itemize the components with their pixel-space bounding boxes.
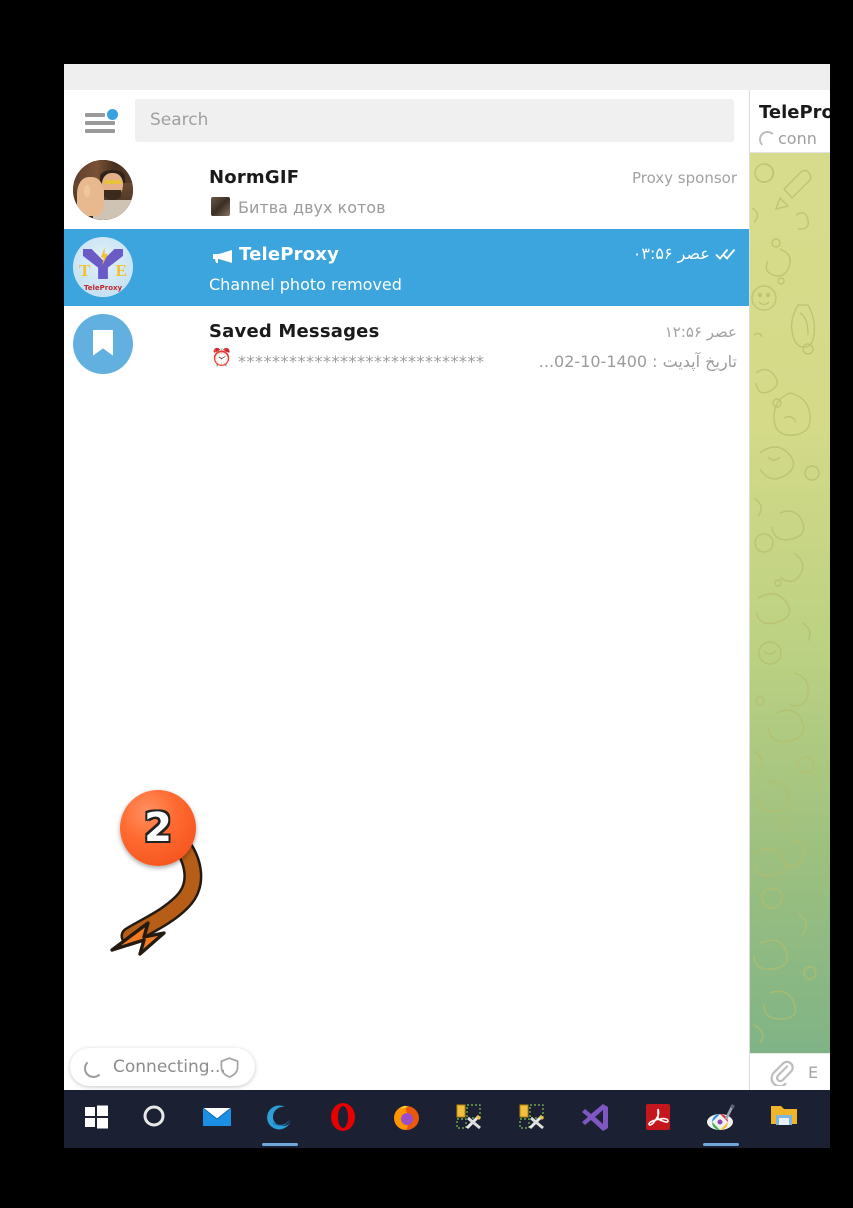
firefox-icon <box>379 1102 433 1136</box>
windows-start-icon <box>69 1102 123 1136</box>
taskbar-item-build-tool-1[interactable] <box>442 1090 496 1148</box>
build-tool-icon-2 <box>505 1102 559 1136</box>
taskbar-active-indicator <box>703 1143 739 1146</box>
cortana-icon <box>127 1102 181 1136</box>
window-titlebar[interactable] <box>64 64 830 91</box>
avatar-sunglasses <box>104 179 123 184</box>
taskbar-item-adobe-acrobat[interactable] <box>631 1090 685 1148</box>
megaphone-icon <box>212 249 234 264</box>
paperclip-icon[interactable] <box>769 1060 795 1088</box>
conversation-status: conn <box>778 129 817 148</box>
loading-spinner-icon <box>759 131 776 148</box>
opera-icon <box>316 1102 370 1136</box>
taskbar-item-file-explorer[interactable] <box>757 1090 811 1148</box>
conversation-title: TelePro <box>759 102 830 123</box>
taskbar-active-indicator <box>262 1143 298 1146</box>
chat-list-panel: Search NormGIF Битва двух котов Proxy sp… <box>64 90 749 1090</box>
avatar: T E TeleProxy <box>73 237 133 297</box>
shield-icon[interactable] <box>220 1057 239 1078</box>
chat-title: TeleProxy <box>239 244 340 265</box>
taskbar-item-windows-start[interactable] <box>69 1090 123 1148</box>
screen: Search NormGIF Битва двух котов Proxy sp… <box>0 0 853 1208</box>
taskbar-item-mail[interactable] <box>190 1090 244 1148</box>
menu-line <box>85 113 105 117</box>
message-input-placeholder: E <box>808 1063 819 1082</box>
connecting-status-pill[interactable]: Connecting... <box>70 1048 255 1086</box>
chat-preview: Channel photo removed <box>209 275 402 294</box>
taskbar-item-paint[interactable] <box>694 1090 748 1148</box>
chat-meta: Proxy sponsor <box>631 169 737 187</box>
connecting-label: Connecting... <box>113 1057 226 1077</box>
avatar-letter-e: E <box>115 261 127 280</box>
chat-title: NormGIF <box>209 167 300 188</box>
chat-time: عصر ۰۳:۵۶ <box>632 244 710 263</box>
file-explorer-icon <box>757 1102 811 1136</box>
avatar-wordmark: TeleProxy <box>83 284 123 293</box>
avatar-letter-t: T <box>79 261 91 280</box>
telegram-window: Search NormGIF Битва двух котов Proxy sp… <box>64 64 830 1090</box>
conversation-header[interactable]: TelePro conn <box>750 90 830 153</box>
conversation-panel: TelePro conn E <box>750 90 830 1090</box>
paint-icon <box>694 1102 748 1136</box>
chat-meta: عصر ۰۳:۵۶ <box>633 244 737 263</box>
preview-thumbnail <box>211 197 230 216</box>
adobe-acrobat-icon <box>631 1102 685 1136</box>
avatar-thumb-tip <box>83 184 90 197</box>
taskbar-item-cortana[interactable] <box>127 1090 181 1148</box>
taskbar-item-microsoft-edge[interactable] <box>253 1090 307 1148</box>
menu-line <box>85 121 115 125</box>
avatar-beard <box>104 190 121 200</box>
microsoft-edge-icon <box>253 1102 307 1136</box>
taskbar-item-visual-studio[interactable] <box>568 1090 622 1148</box>
avatar <box>73 160 133 220</box>
loading-spinner-icon <box>84 1059 103 1078</box>
windows-taskbar <box>64 1090 830 1148</box>
avatar-thumb <box>76 176 105 217</box>
chat-list-item-normgif[interactable]: NormGIF Битва двух котов Proxy sponsor <box>64 152 749 229</box>
chat-preview-rtl: تاریخ آپدیت : 1400-10-02... <box>538 352 737 371</box>
menu-line <box>85 129 115 133</box>
search-input[interactable]: Search <box>135 99 734 142</box>
build-tool-icon <box>442 1102 496 1136</box>
double-check-icon <box>715 248 736 260</box>
search-placeholder: Search <box>150 110 209 130</box>
taskbar-item-firefox[interactable] <box>379 1090 433 1148</box>
visual-studio-icon <box>568 1102 622 1136</box>
chat-list-item-saved-messages[interactable]: Saved Messages ⏰ ***********************… <box>64 306 749 383</box>
bookmark-icon <box>93 329 113 356</box>
notification-dot-icon <box>107 109 118 120</box>
chat-meta: عصر ۱۲:۵۶ <box>664 323 737 341</box>
avatar <box>73 314 133 374</box>
chat-preview: Битва двух котов <box>238 198 386 217</box>
chat-list-item-teleproxy[interactable]: T E TeleProxy TeleProxy Channel photo re… <box>64 229 749 306</box>
chat-wallpaper <box>750 153 830 1053</box>
message-composer[interactable]: E <box>750 1053 830 1090</box>
mail-icon <box>190 1102 244 1136</box>
alarm-clock-icon: ⏰ <box>211 348 233 368</box>
chat-title: Saved Messages <box>209 321 380 342</box>
taskbar-item-opera[interactable] <box>316 1090 370 1148</box>
hamburger-menu-icon[interactable] <box>78 108 124 136</box>
taskbar-item-build-tool-2[interactable] <box>505 1090 559 1148</box>
search-row: Search <box>64 90 749 152</box>
